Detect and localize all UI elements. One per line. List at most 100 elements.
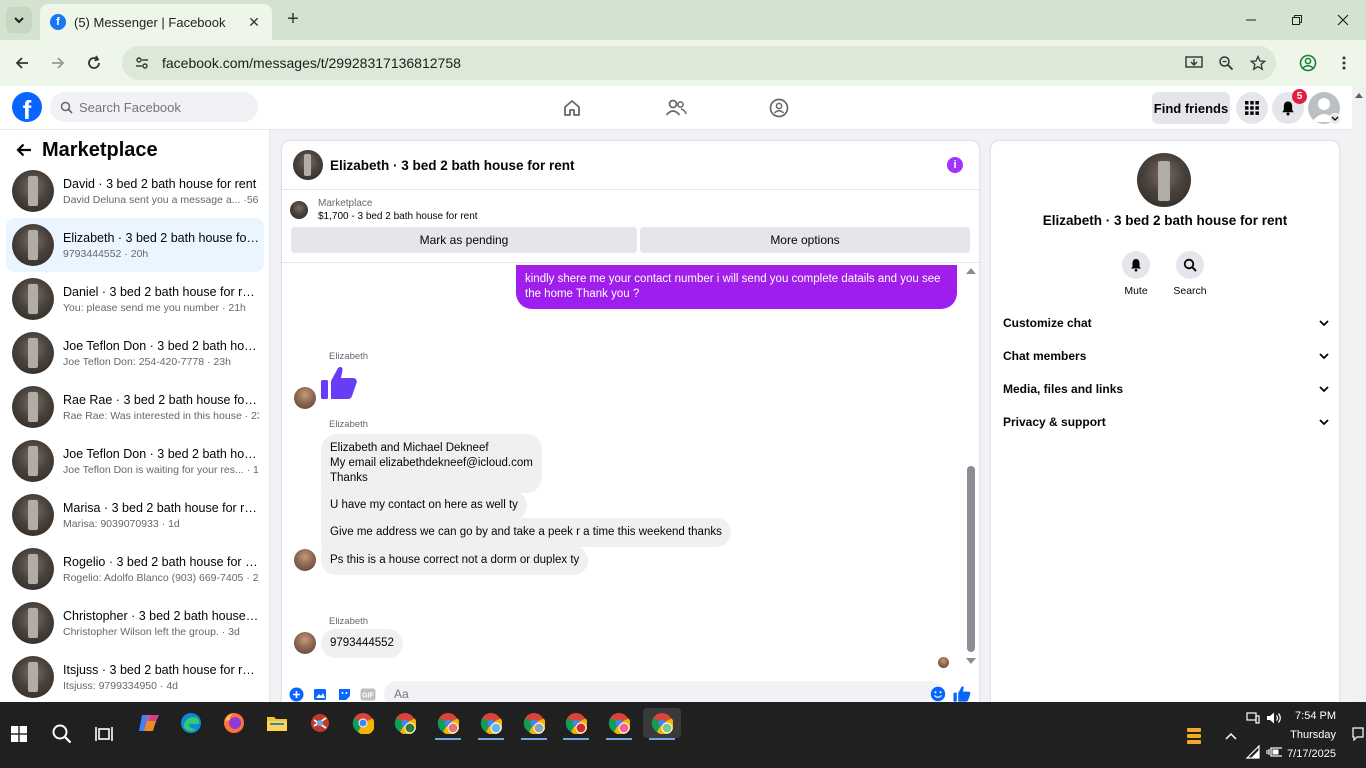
scroll-thumb[interactable] [967,466,975,652]
chrome-profile-icon[interactable] [386,708,424,738]
message-input-field[interactable] [384,681,946,702]
edge-app-icon[interactable] [172,708,210,738]
sticker-icon[interactable] [336,686,352,702]
reload-button[interactable] [82,51,106,75]
emoji-icon[interactable] [930,686,946,702]
conversation-item[interactable]: Marisa · 3 bed 2 bath house for rent Mari… [6,488,264,542]
conversation-name: Joe Teflon Don · 3 bed 2 bath hou... [63,338,259,353]
customize-chat-row[interactable]: Customize chat [1003,309,1329,337]
forward-button[interactable] [46,51,70,75]
message-scrollbar[interactable] [965,262,977,672]
attach-image-icon[interactable] [312,686,328,702]
conversation-item[interactable]: David · 3 bed 2 bath house for rent David… [6,164,264,218]
menu-button[interactable] [1236,92,1268,124]
browser-tab[interactable]: f (5) Messenger | Facebook ✕ [40,4,272,40]
address-bar[interactable]: facebook.com/messages/t/2992831713681275… [122,46,1276,80]
notification-center-icon[interactable] [1350,726,1366,742]
media-files-links-row[interactable]: Media, files and links [1003,375,1329,403]
clock-date[interactable]: 7/17/2025 [1270,748,1336,760]
groups-nav-button[interactable] [767,96,791,120]
account-dropdown-icon[interactable] [1329,113,1341,125]
chat-header[interactable]: Elizabeth · 3 bed 2 bath house for rent … [282,141,979,190]
sender-name: Elizabeth [329,616,369,627]
close-tab-icon[interactable]: ✕ [246,14,262,31]
search-conversation-button[interactable]: Search [1165,251,1215,297]
restore-button[interactable] [1274,0,1320,40]
conversation-preview: David Deluna sent you a message a... ·56… [63,193,259,206]
back-button[interactable] [10,51,34,75]
conversation-item[interactable]: Daniel · 3 bed 2 bath house for rent You:… [6,272,264,326]
conversation-item[interactable]: Joe Teflon Don · 3 bed 2 bath hou... Joe … [6,326,264,380]
mark-as-pending-button[interactable]: Mark as pending [291,227,637,253]
page-scrollbar[interactable] [1352,86,1366,702]
conversation-name: Daniel · 3 bed 2 bath house for rent [63,284,259,299]
chevron-up-icon[interactable] [1223,728,1239,744]
conversation-item[interactable]: Christopher · 3 bed 2 bath house f... Chr… [6,596,264,650]
display-icon[interactable] [1245,710,1261,726]
new-tab-button[interactable]: + [282,8,304,30]
conversation-item[interactable]: Rogelio · 3 bed 2 bath house for re... Ro… [6,542,264,596]
chrome-app-icon[interactable] [344,708,382,738]
minimize-button[interactable] [1228,0,1274,40]
start-button[interactable] [0,719,38,749]
file-explorer-app-icon[interactable] [258,708,296,738]
facebook-search-input[interactable] [79,99,249,115]
widget-tray-icon[interactable] [1184,726,1204,746]
message-composer: GIF [282,681,979,702]
clock-time[interactable]: 7:54 PM [1286,710,1336,722]
find-friends-button[interactable]: Find friends [1152,92,1230,124]
plus-circle-icon[interactable] [288,686,304,702]
close-window-button[interactable] [1320,0,1366,40]
conversation-name: David · 3 bed 2 bath house for rent [63,176,257,191]
restore-icon [1292,15,1302,25]
wifi-icon[interactable] [1245,744,1261,760]
browser-menu-icon[interactable] [1332,51,1356,75]
chat-members-row[interactable]: Chat members [1003,342,1329,370]
grid-menu-icon [1245,101,1259,115]
privacy-support-row[interactable]: Privacy & support [1003,408,1329,436]
conversation-name: Joe Teflon Don · 3 bed 2 bath hou... [63,446,259,461]
mute-button[interactable]: Mute [1111,251,1161,297]
friends-nav-button[interactable] [664,96,688,120]
bookmark-star-icon[interactable] [1246,51,1270,75]
facebook-logo-icon[interactable]: f [12,92,42,122]
send-like-icon[interactable] [952,684,972,702]
back-arrow-button[interactable] [12,138,36,162]
chrome-window-icon[interactable] [472,708,510,740]
task-view-button[interactable] [85,719,123,749]
chrome-active-window-icon[interactable] [643,708,681,740]
thumbs-up-icon [320,365,358,406]
chrome-window-icon[interactable] [515,708,553,740]
chrome-window-icon[interactable] [600,708,638,740]
conversation-item[interactable]: Itsjuss · 3 bed 2 bath house for rent Its… [6,650,264,702]
windows-taskbar: 7:54 PM Thursday 7/17/2025 [0,702,1366,768]
chrome-window-icon[interactable] [557,708,595,740]
profile-icon[interactable] [1296,51,1320,75]
conversation-item-active[interactable]: Elizabeth · 3 bed 2 bath house for ... 97… [6,218,264,272]
firefox-app-icon[interactable] [215,708,253,738]
chrome-window-icon[interactable] [429,708,467,740]
home-nav-button[interactable] [560,96,584,120]
listing-avatar [12,170,54,212]
search-taskbar-button[interactable] [43,719,81,749]
conversation-item[interactable]: Joe Teflon Don · 3 bed 2 bath hou... Joe … [6,434,264,488]
marketplace-listing-bar[interactable]: Marketplace $1,700 - 3 bed 2 bath house … [290,198,478,222]
notification-count-badge: 5 [1292,89,1307,104]
gif-icon[interactable]: GIF [360,686,376,702]
clock-day[interactable]: Thursday [1280,729,1336,741]
conversation-item[interactable]: Rae Rae · 3 bed 2 bath house for r... Rae… [6,380,264,434]
install-app-icon[interactable] [1182,51,1206,75]
message-line: Elizabeth and Michael Dekneef [330,442,489,454]
message-input[interactable] [394,687,894,701]
browser-toolbar: facebook.com/messages/t/2992831713681275… [0,40,1366,86]
zoom-icon[interactable] [1214,51,1238,75]
more-options-button[interactable]: More options [640,227,970,253]
site-info-icon[interactable] [134,55,150,71]
tab-search-button[interactable] [6,7,32,33]
volume-icon[interactable] [1266,710,1282,726]
snipping-app-icon[interactable] [301,708,339,738]
copilot-app-icon[interactable] [130,708,168,738]
conversation-name: Marisa · 3 bed 2 bath house for rent [63,500,259,515]
facebook-search[interactable] [50,92,258,122]
info-icon[interactable]: i [947,157,963,173]
